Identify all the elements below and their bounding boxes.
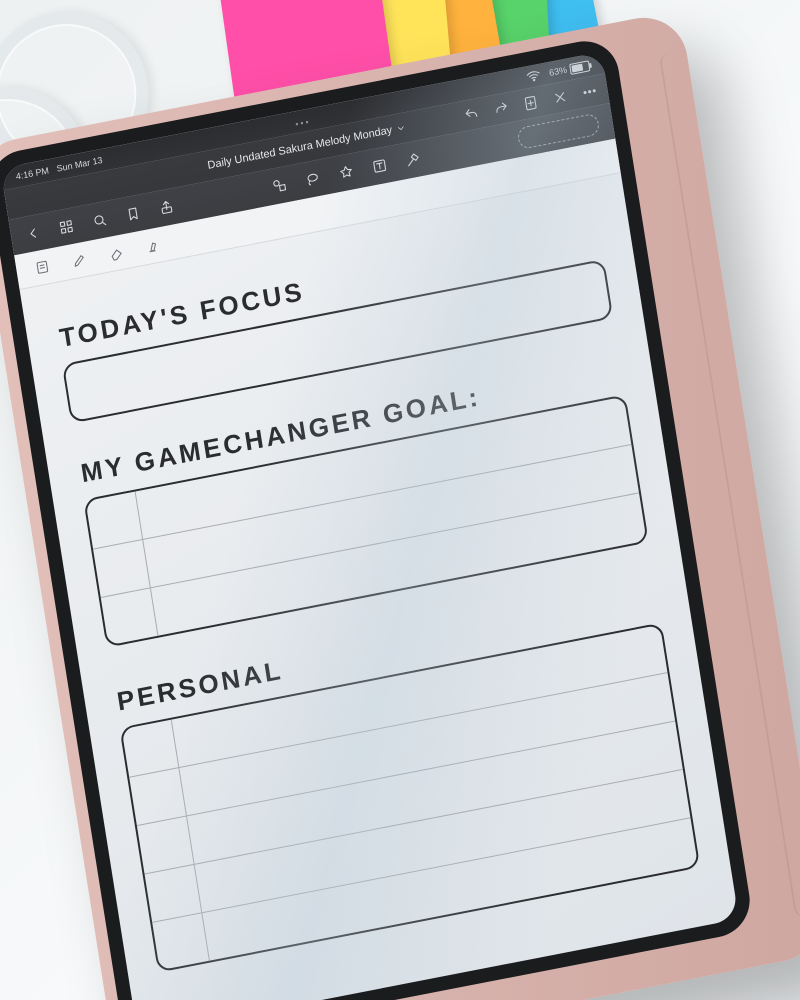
chevron-down-icon (395, 122, 406, 134)
checkbox-cell[interactable] (129, 768, 187, 825)
status-time: 4:16 PM (15, 165, 49, 181)
battery-indicator: 63% (548, 60, 590, 79)
planner-page[interactable]: TODAY'S FOCUS MY GAMECHANGER GOAL: PERSO… (20, 173, 730, 978)
search-icon[interactable] (91, 211, 109, 230)
checkbox-cell[interactable] (137, 816, 195, 873)
share-icon[interactable] (157, 198, 175, 217)
battery-percent: 63% (548, 65, 567, 78)
checkbox-cell[interactable] (122, 720, 180, 777)
more-icon[interactable] (581, 82, 599, 101)
checkbox-cell[interactable] (101, 588, 159, 645)
status-date: Sun Mar 13 (56, 155, 103, 174)
checkbox-cell[interactable] (152, 913, 210, 970)
wifi-icon (524, 67, 542, 86)
tablet-bezel: 4:16 PM Sun Mar 13 63% (0, 35, 755, 1000)
outline-icon[interactable] (33, 258, 51, 277)
checkbox-cell[interactable] (85, 491, 143, 548)
checkbox-cell[interactable] (93, 540, 151, 597)
grid-thumbnails-icon[interactable] (57, 218, 75, 237)
laser-tool-icon[interactable] (404, 150, 422, 169)
redo-icon[interactable] (492, 99, 510, 118)
highlighter-tool-icon[interactable] (145, 236, 163, 255)
bookmark-icon[interactable] (124, 205, 142, 224)
favorites-icon[interactable] (337, 163, 355, 182)
checkbox-cell[interactable] (145, 865, 203, 922)
pen-tool-icon[interactable] (71, 251, 89, 270)
tablet-screen: 4:16 PM Sun Mar 13 63% (0, 52, 738, 1000)
desk-scene: 4:16 PM Sun Mar 13 63% (0, 0, 800, 1000)
eraser-tool-icon[interactable] (108, 243, 126, 262)
lasso-tool-icon[interactable] (304, 170, 322, 189)
add-page-icon[interactable] (522, 94, 540, 113)
back-icon[interactable] (24, 224, 42, 243)
text-tool-icon[interactable] (371, 157, 389, 176)
close-icon[interactable] (551, 88, 569, 107)
tablet-case: 4:16 PM Sun Mar 13 63% (0, 10, 800, 1000)
shapes-tool-icon[interactable] (270, 176, 288, 195)
undo-icon[interactable] (463, 105, 481, 124)
